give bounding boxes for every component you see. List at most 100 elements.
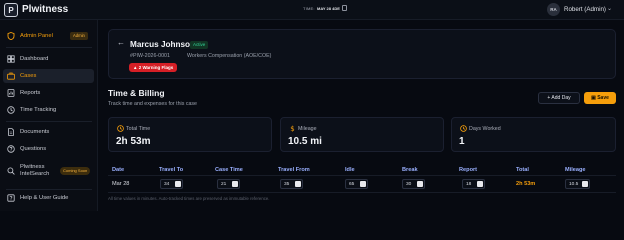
table-footnote: All time values in minutes. Auto-tracked…	[108, 196, 270, 201]
avatar[interactable]: RA	[547, 3, 560, 16]
input-value: 18	[466, 181, 472, 187]
sidebar-item-dashboard[interactable]: Dashboard	[3, 52, 94, 66]
shield-icon	[7, 32, 15, 40]
sidebar-item-label: Admin Panel	[20, 33, 53, 39]
time-value: MAY 28 4DE	[317, 6, 340, 11]
briefcase-icon	[7, 72, 15, 80]
chart-icon	[7, 89, 15, 97]
warning-flags-label: 2 Warning Flags	[138, 65, 174, 70]
sidebar: Admin Panel Admin Dashboard Cases Report…	[0, 20, 98, 211]
column-header-travel-from: Travel From	[278, 167, 310, 173]
column-header-idle: Idle	[345, 167, 355, 173]
user-name[interactable]: Robert (Admin)	[564, 6, 606, 13]
total-time-card: Total Time 2h 53m	[108, 117, 272, 152]
stat-label: Mileage	[298, 126, 317, 132]
stat-value: 2h 53m	[116, 136, 151, 147]
section-title: Time & Billing	[108, 88, 165, 98]
warning-flags-badge[interactable]: ▲ 2 Warning Flags	[129, 63, 178, 72]
input-value: 21	[221, 181, 227, 187]
stepper-icon[interactable]	[232, 181, 238, 187]
sidebar-item-admin-panel[interactable]: Admin Panel Admin	[3, 29, 94, 43]
save-button[interactable]: ▣ Save	[584, 92, 616, 104]
sidebar-item-label: Questions	[20, 146, 47, 152]
report-input[interactable]: 18	[462, 179, 485, 189]
dashboard-icon	[7, 55, 15, 63]
input-value: 10.5	[569, 181, 579, 187]
stepper-icon[interactable]	[295, 181, 301, 187]
input-value: 35	[284, 181, 290, 187]
clock-icon	[117, 125, 124, 132]
app-name: Plwitness	[22, 4, 69, 15]
section-subtitle: Track time and expenses for this case	[108, 101, 198, 107]
stepper-icon[interactable]	[477, 181, 483, 187]
sidebar-item-label-2: IntelSearch	[20, 171, 50, 177]
case-header-card: ← Marcus Johnson Active #PIW-2026-0001 W…	[108, 29, 616, 79]
input-value: 65	[349, 181, 355, 187]
sidebar-item-reports[interactable]: Reports	[3, 86, 94, 100]
column-header-mileage: Mileage	[565, 167, 586, 173]
sidebar-item-label: Time Tracking	[20, 107, 57, 113]
stat-value: 1	[459, 136, 465, 147]
column-header-break: Break	[402, 167, 418, 173]
document-icon	[8, 128, 14, 136]
app-logo[interactable]: P	[4, 3, 18, 17]
sidebar-item-time-tracking[interactable]: Time Tracking	[3, 103, 94, 117]
table-divider	[108, 175, 616, 176]
sidebar-item-help[interactable]: Help & User Guide	[3, 191, 94, 205]
sidebar-item-label: Documents	[20, 129, 50, 135]
input-value: 30	[406, 181, 412, 187]
travel-to-input[interactable]: 34	[160, 179, 183, 189]
column-header-report: Report	[459, 167, 478, 173]
stat-label: Days Worked	[469, 126, 501, 132]
days-worked-card: Days Worked 1	[451, 117, 616, 152]
clock-icon	[460, 125, 467, 132]
question-icon	[7, 145, 15, 153]
help-icon	[7, 194, 15, 202]
sidebar-item-intelsearch[interactable]: Plwitness IntelSearch Coming Soon	[3, 161, 94, 181]
top-bar: P Plwitness TIME: MAY 28 4DE RA Robert (…	[0, 0, 624, 20]
copy-icon[interactable]	[342, 5, 347, 11]
search-icon	[7, 167, 15, 175]
stepper-icon[interactable]	[360, 181, 366, 187]
mileage-input[interactable]: 10.5	[565, 179, 590, 189]
add-day-button[interactable]: + Add Day	[538, 92, 580, 104]
sidebar-item-label: Reports	[20, 90, 41, 96]
case-time-input[interactable]: 21	[217, 179, 240, 189]
sidebar-item-questions[interactable]: Questions	[3, 142, 94, 156]
stepper-icon[interactable]	[175, 181, 181, 187]
dollar-icon: $	[290, 125, 294, 132]
case-id: #PIW-2026-0001	[130, 53, 170, 59]
sidebar-divider	[6, 189, 92, 190]
row-date: Mar 28	[112, 181, 130, 187]
back-arrow-icon[interactable]: ←	[117, 38, 125, 47]
stepper-icon[interactable]	[582, 181, 588, 187]
sidebar-item-cases[interactable]: Cases	[3, 69, 94, 83]
save-label: Save	[597, 95, 609, 101]
stat-value: 10.5 mi	[288, 136, 322, 147]
sidebar-divider	[6, 121, 92, 122]
column-header-travel-to: Travel To	[159, 167, 184, 173]
stepper-icon[interactable]	[417, 181, 423, 187]
time-label: TIME:	[303, 6, 315, 11]
status-badge: Active	[190, 41, 209, 49]
mileage-card: $ Mileage 10.5 mi	[280, 117, 444, 152]
column-header-total: Total	[516, 167, 529, 173]
sidebar-item-label: Help & User Guide	[20, 195, 69, 201]
idle-input[interactable]: 65	[345, 179, 368, 189]
input-value: 34	[164, 181, 170, 187]
column-header-date: Date	[112, 167, 125, 173]
case-name: Marcus Johnson	[130, 40, 196, 49]
chevron-down-icon[interactable]: ⌄	[607, 5, 612, 12]
sidebar-item-label: Dashboard	[20, 56, 49, 62]
table-divider	[108, 192, 616, 193]
sidebar-item-label: Cases	[20, 73, 37, 79]
clock-icon	[7, 106, 15, 114]
svg-text:$: $	[290, 125, 294, 132]
sidebar-item-documents[interactable]: Documents	[3, 125, 94, 139]
break-input[interactable]: 30	[402, 179, 425, 189]
stat-label: Total Time	[126, 126, 151, 132]
sidebar-item-label: Plwitness	[20, 164, 45, 170]
row-total: 2h 53m	[516, 181, 536, 187]
travel-from-input[interactable]: 35	[280, 179, 303, 189]
column-header-case-time: Case Time	[215, 167, 243, 173]
